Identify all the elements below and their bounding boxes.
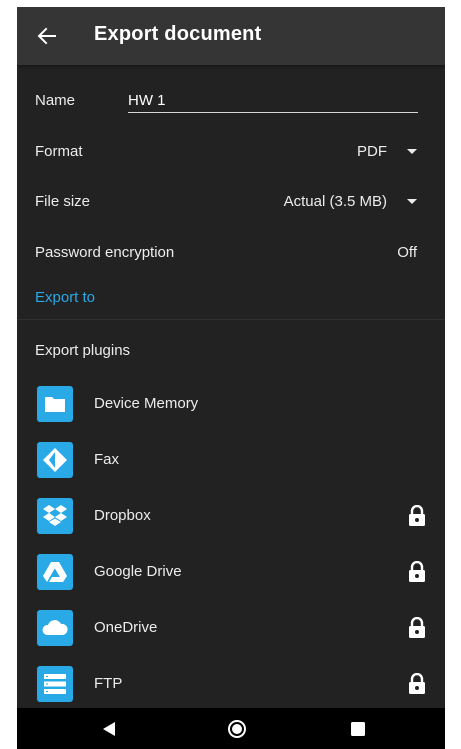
- plugin-onedrive[interactable]: OneDrive: [17, 603, 445, 653]
- plugin-label: Dropbox: [94, 507, 151, 524]
- ftp-server-icon: [37, 666, 73, 702]
- plugin-label: OneDrive: [94, 619, 158, 636]
- file-size-label: File size: [35, 193, 91, 210]
- system-nav-bar: [17, 708, 445, 749]
- name-label: Name: [35, 92, 76, 109]
- arrow-left-icon: [37, 27, 56, 45]
- format-value: PDF: [357, 142, 387, 160]
- nav-recents-button[interactable]: [333, 708, 383, 749]
- back-button[interactable]: [35, 24, 59, 48]
- lock-icon: [409, 673, 425, 694]
- onedrive-icon: [37, 610, 73, 646]
- fax-icon: [37, 442, 73, 478]
- nav-home-button[interactable]: [212, 708, 262, 749]
- lock-icon: [409, 617, 425, 638]
- dropdown-arrow-icon: [407, 148, 417, 154]
- export-to-link[interactable]: Export to: [35, 289, 95, 306]
- plugin-google-drive[interactable]: Google Drive: [17, 547, 445, 597]
- password-encryption-toggle[interactable]: Off: [397, 244, 417, 261]
- page-title: Export document: [94, 23, 262, 45]
- plugin-label: Fax: [94, 451, 120, 468]
- plugin-device-memory[interactable]: Device Memory: [17, 379, 445, 429]
- folder-icon: [37, 386, 73, 422]
- format-dropdown[interactable]: PDF: [357, 138, 417, 164]
- plugin-dropbox[interactable]: Dropbox: [17, 491, 445, 541]
- dropdown-arrow-icon: [407, 198, 417, 204]
- export-plugins-header: Export plugins: [35, 342, 131, 359]
- divider: [17, 319, 445, 320]
- lock-icon: [409, 561, 425, 582]
- nav-back-button[interactable]: [84, 708, 134, 749]
- dropbox-icon: [37, 498, 73, 534]
- file-size-value: Actual (3.5 MB): [283, 192, 387, 210]
- plugin-ftp[interactable]: FTP: [17, 659, 445, 709]
- export-document-screen: Export document Name Format PDF File siz…: [17, 7, 445, 749]
- app-bar: Export document: [17, 7, 445, 65]
- nav-back-icon: [103, 721, 115, 736]
- name-input[interactable]: [128, 88, 418, 113]
- nav-recents-icon: [351, 721, 365, 736]
- format-label: Format: [35, 143, 83, 160]
- plugin-label: Device Memory: [94, 395, 199, 412]
- nav-home-icon: [228, 719, 246, 738]
- file-size-dropdown[interactable]: Actual (3.5 MB): [284, 188, 417, 214]
- plugin-fax[interactable]: Fax: [17, 435, 445, 485]
- plugin-label: Google Drive: [94, 563, 182, 580]
- lock-icon: [409, 505, 425, 526]
- password-encryption-label: Password encryption: [35, 244, 175, 261]
- google-drive-icon: [37, 554, 73, 590]
- plugin-label: FTP: [94, 675, 123, 692]
